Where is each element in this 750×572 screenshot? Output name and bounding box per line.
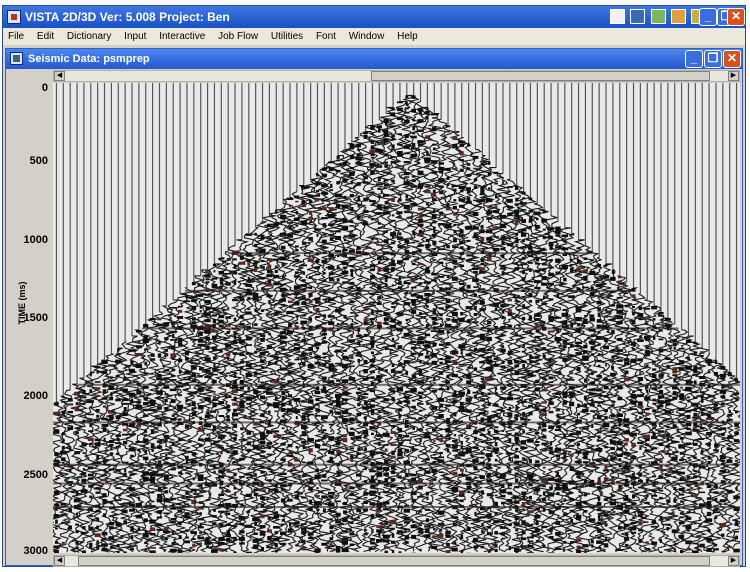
time-axis-label: TIME (ms): [17, 281, 27, 325]
seismic-window-title: Seismic Data: psmprep: [28, 53, 150, 65]
close-icon[interactable]: ✕: [727, 8, 745, 26]
menu-file[interactable]: File: [3, 28, 29, 42]
menu-bar: File Edit Dictionary Input Interactive J…: [3, 28, 745, 45]
time-tick-label: 0: [41, 82, 48, 94]
child-minimize-icon[interactable]: _: [685, 50, 703, 68]
app-logo-icon: [7, 10, 21, 24]
time-tick-label: 1500: [23, 312, 48, 324]
menu-font[interactable]: Font: [311, 28, 341, 42]
seismic-window-titlebar[interactable]: Seismic Data: psmprep _ ❐ ✕: [6, 49, 742, 69]
seismic-traces: [53, 83, 740, 553]
app-window: VISTA 2D/3D Ver: 5.008 Project: Ben _ ❐ …: [2, 5, 746, 567]
chart-icon[interactable]: [650, 9, 666, 24]
bottom-scrollbar[interactable]: ◀ ▶: [53, 555, 740, 567]
time-tick-label: 3000: [23, 545, 48, 557]
menu-job-flow[interactable]: Job Flow: [213, 28, 263, 42]
time-tick-label: 500: [29, 155, 48, 168]
grid-icon[interactable]: [610, 9, 625, 24]
seismic-window-icon: [10, 52, 23, 65]
seismic-plot[interactable]: [53, 83, 740, 553]
scroll-left-arrow-icon[interactable]: ◀: [54, 71, 65, 81]
menu-interactive[interactable]: Interactive: [154, 28, 210, 42]
child-close-icon[interactable]: ✕: [723, 50, 741, 68]
child-restore-icon[interactable]: ❐: [704, 50, 722, 68]
time-axis: TIME (ms) 0 500 1000 1500 2000 2500 3000: [10, 82, 50, 557]
scroll-right-arrow-icon[interactable]: ▶: [728, 71, 739, 81]
top-scrollbar[interactable]: ◀ ▶: [53, 70, 740, 82]
menu-input[interactable]: Input: [119, 28, 151, 42]
seismic-window: Seismic Data: psmprep _ ❐ ✕ ◀ ▶ TIME (ms…: [5, 48, 743, 567]
menu-dictionary[interactable]: Dictionary: [62, 28, 116, 42]
toolbar-icons: [610, 9, 708, 24]
app-title: VISTA 2D/3D Ver: 5.008 Project: Ben: [25, 10, 230, 24]
menu-window[interactable]: Window: [344, 28, 390, 42]
scroll-right-arrow-icon[interactable]: ▶: [728, 556, 739, 566]
menu-utilities[interactable]: Utilities: [266, 28, 308, 42]
time-tick-label: 1000: [23, 233, 48, 246]
menu-help[interactable]: Help: [392, 28, 423, 42]
bottom-scrollbar-thumb[interactable]: [78, 556, 711, 566]
time-tick-label: 2500: [23, 468, 48, 481]
save-icon[interactable]: [630, 9, 646, 24]
minimize-icon[interactable]: _: [699, 8, 717, 26]
menu-edit[interactable]: Edit: [32, 28, 59, 42]
time-tick-label: 2000: [23, 390, 48, 403]
top-scrollbar-thumb[interactable]: [370, 71, 711, 81]
scroll-left-arrow-icon[interactable]: ◀: [54, 556, 65, 566]
image-icon[interactable]: [671, 9, 687, 24]
app-titlebar[interactable]: VISTA 2D/3D Ver: 5.008 Project: Ben _ ❐ …: [3, 6, 745, 28]
